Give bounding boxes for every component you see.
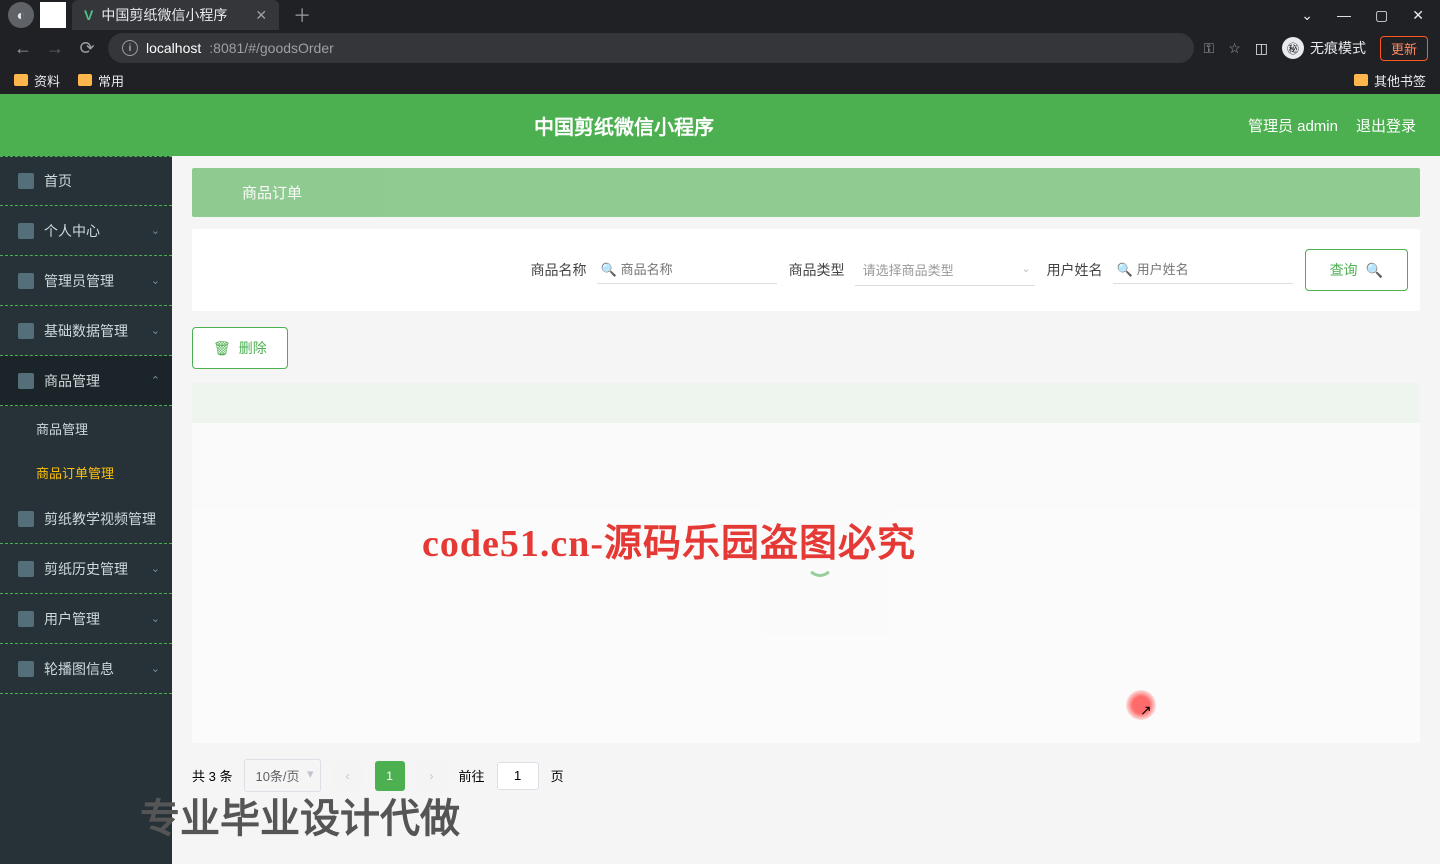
sidebar-submenu: 商品管理 商品订单管理 xyxy=(0,406,172,494)
url-path: :8081/#/goodsOrder xyxy=(209,40,334,56)
folder-icon xyxy=(78,74,92,86)
sidebar-item-goods[interactable]: 商品管理⌃ xyxy=(0,356,172,406)
search-icon: 🔍 xyxy=(1366,262,1383,279)
filter-type-label: 商品类型 xyxy=(789,260,845,280)
new-tab-button[interactable]: ＋ xyxy=(293,2,311,28)
user-icon xyxy=(18,223,34,239)
loading-spinner-icon xyxy=(806,549,834,577)
pager-goto-suffix: 页 xyxy=(551,766,564,785)
chevron-down-icon: ⌄ xyxy=(151,224,160,237)
chevron-down-icon: ⌄ xyxy=(151,562,160,575)
other-bookmarks[interactable]: 其他书签 xyxy=(1354,71,1426,90)
action-bar: 🗑删除 xyxy=(192,327,1420,369)
close-icon[interactable]: ✕ xyxy=(255,7,267,24)
incognito-icon: ㊙ xyxy=(1282,37,1304,59)
star-icon[interactable]: ☆ xyxy=(1228,40,1241,57)
filter-name-label: 商品名称 xyxy=(531,260,587,280)
bookmark-item[interactable]: 常用 xyxy=(78,71,124,90)
pager-next[interactable]: › xyxy=(417,761,447,791)
browser-chrome: ◐ V 中国剪纸微信小程序 ✕ ＋ ⌄ — ▢ ✕ ← → ⟳ i localh… xyxy=(0,0,1440,94)
sidebar-item-users[interactable]: 用户管理⌄ xyxy=(0,594,172,644)
back-button[interactable]: ← xyxy=(12,38,34,59)
minimize-icon[interactable]: — xyxy=(1337,7,1351,24)
update-button[interactable]: 更新 xyxy=(1380,36,1428,61)
reload-button[interactable]: ⟳ xyxy=(76,38,98,59)
tab-title: 中国剪纸微信小程序 xyxy=(101,5,227,25)
trash-icon: 🗑 xyxy=(213,340,231,357)
incognito-indicator: ㊙ 无痕模式 xyxy=(1282,37,1366,59)
sidebar-subitem-goods[interactable]: 商品管理 xyxy=(0,406,172,450)
page-size-select[interactable]: 10条/页 xyxy=(244,759,320,792)
forward-button[interactable]: → xyxy=(44,38,66,59)
url-input[interactable]: i localhost :8081/#/goodsOrder xyxy=(108,33,1194,63)
address-bar: ← → ⟳ i localhost:8081/#/goodsOrder ⚿ ☆ … xyxy=(0,30,1440,66)
home-icon xyxy=(18,173,34,189)
chevron-down-icon: ⌄ xyxy=(151,612,160,625)
pager-total: 共 3 条 xyxy=(192,766,232,785)
pager-goto-label: 前往 xyxy=(459,766,485,785)
sidebar-item-carousel[interactable]: 轮播图信息⌄ xyxy=(0,644,172,694)
sidebar-item-home[interactable]: 首页 xyxy=(0,156,172,206)
main-content: 商品订单 商品名称 🔍 商品类型 请选择商品类型⌄ 用户姓名 🔍 查询🔍 🗑删除 xyxy=(172,156,1440,864)
breadcrumb: 商品订单 xyxy=(192,168,1420,217)
window-controls: ⌄ — ▢ ✕ xyxy=(1301,7,1440,24)
filter-type-select[interactable]: 请选择商品类型 xyxy=(855,254,1035,286)
table-header xyxy=(192,383,1420,423)
data-icon xyxy=(18,323,34,339)
chevron-down-icon: ⌄ xyxy=(151,274,160,287)
sidebar-item-video[interactable]: 剪纸教学视频管理 xyxy=(0,494,172,544)
url-host: localhost xyxy=(146,40,201,56)
logout-link[interactable]: 退出登录 xyxy=(1356,115,1416,136)
chevron-down-icon: ⌄ xyxy=(151,324,160,337)
app-header: 中国剪纸微信小程序 管理员 admin 退出登录 xyxy=(0,94,1440,156)
users-icon xyxy=(18,611,34,627)
data-table xyxy=(192,383,1420,743)
bookmark-item[interactable]: 资料 xyxy=(14,71,60,90)
tab-icon-round[interactable]: ◐ xyxy=(8,2,34,28)
favicon-vue-icon: V xyxy=(84,7,93,23)
sidebar-subitem-goods-order[interactable]: 商品订单管理 xyxy=(0,450,172,494)
info-icon[interactable]: i xyxy=(122,40,138,56)
goods-icon xyxy=(18,373,34,389)
filter-bar: 商品名称 🔍 商品类型 请选择商品类型⌄ 用户姓名 🔍 查询🔍 xyxy=(192,229,1420,311)
user-role: 管理员 admin xyxy=(1248,115,1338,136)
maximize-icon[interactable]: ▢ xyxy=(1375,7,1388,24)
filter-user-label: 用户姓名 xyxy=(1047,260,1103,280)
filter-name-input[interactable] xyxy=(597,256,777,284)
sidebar-item-history[interactable]: 剪纸历史管理⌄ xyxy=(0,544,172,594)
history-icon xyxy=(18,561,34,577)
key-icon[interactable]: ⚿ xyxy=(1204,40,1215,57)
video-icon xyxy=(18,511,34,527)
app-title: 中国剪纸微信小程序 xyxy=(0,111,1248,140)
delete-button[interactable]: 🗑删除 xyxy=(192,327,288,369)
admin-icon xyxy=(18,273,34,289)
chevron-up-icon: ⌃ xyxy=(151,374,160,387)
chevron-down-icon: ⌄ xyxy=(151,662,160,675)
pager-page-1[interactable]: 1 xyxy=(375,761,405,791)
sidebar-item-profile[interactable]: 个人中心⌄ xyxy=(0,206,172,256)
filter-user-input[interactable] xyxy=(1113,256,1293,284)
tab-icon-square[interactable] xyxy=(40,2,66,28)
sidebar-item-basedata[interactable]: 基础数据管理⌄ xyxy=(0,306,172,356)
chevron-down-icon[interactable]: ⌄ xyxy=(1301,7,1313,24)
pager-goto-input[interactable] xyxy=(497,762,539,790)
folder-icon xyxy=(1354,74,1368,86)
browser-tab[interactable]: V 中国剪纸微信小程序 ✕ xyxy=(72,0,279,30)
close-window-icon[interactable]: ✕ xyxy=(1412,7,1424,24)
chevron-down-icon: ⌄ xyxy=(1021,262,1030,275)
tab-bar: ◐ V 中国剪纸微信小程序 ✕ ＋ ⌄ — ▢ ✕ xyxy=(0,0,1440,30)
folder-icon xyxy=(14,74,28,86)
carousel-icon xyxy=(18,661,34,677)
pagination: 共 3 条 10条/页 ‹ 1 › 前往 页 xyxy=(192,743,1420,808)
extensions-icon[interactable]: ◫ xyxy=(1255,40,1268,57)
pager-prev[interactable]: ‹ xyxy=(333,761,363,791)
bookmark-bar: 资料 常用 其他书签 xyxy=(0,66,1440,94)
sidebar-item-admin[interactable]: 管理员管理⌄ xyxy=(0,256,172,306)
search-button[interactable]: 查询🔍 xyxy=(1305,249,1408,291)
sidebar: 首页 个人中心⌄ 管理员管理⌄ 基础数据管理⌄ 商品管理⌃ 商品管理 商品订单管… xyxy=(0,156,172,864)
